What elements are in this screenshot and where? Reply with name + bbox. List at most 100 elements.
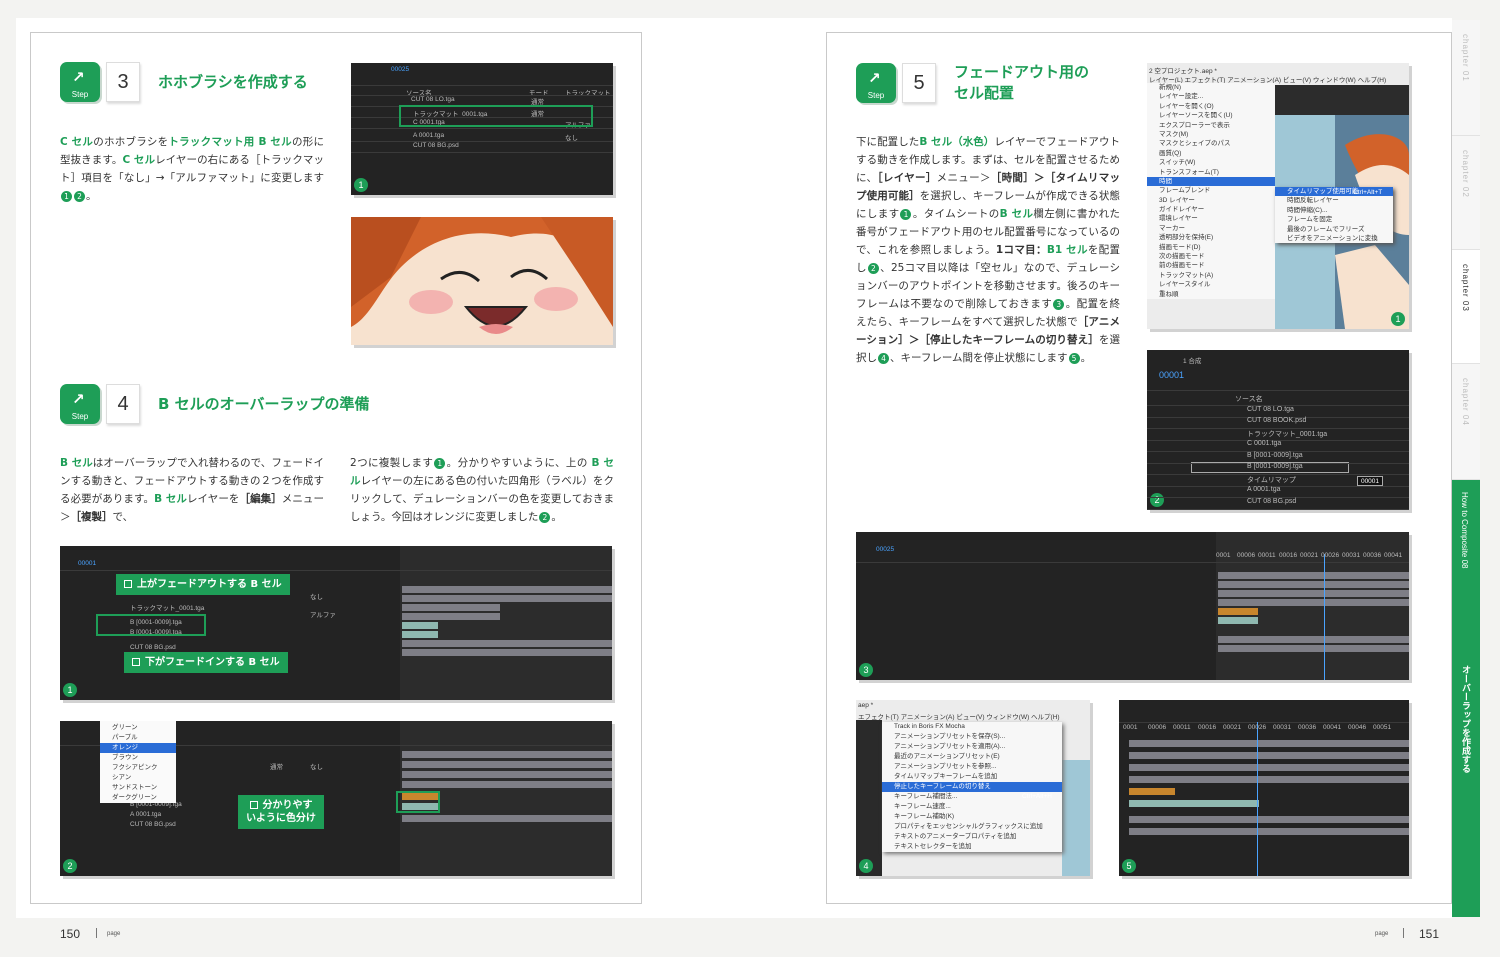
animation-menu[interactable]: Track in Boris FX Mocha アニメーションプリセットを保存(S…	[882, 722, 1062, 852]
menu-item[interactable]: レイヤーソースを開く(U)	[1147, 111, 1275, 120]
menu-item[interactable]: テキストのアニメータープロパティを追加	[882, 832, 1062, 842]
menu-item[interactable]: 新規(N)	[1147, 83, 1275, 92]
menu-item[interactable]: パープル	[100, 733, 176, 743]
text-run: 。	[551, 511, 562, 523]
step3-header: ↗ Step 3 ホホブラシを作成する	[60, 62, 308, 102]
anime-face-image	[351, 217, 613, 334]
text-run: ［複製］	[70, 511, 113, 523]
text-run: 下に配置した	[856, 136, 920, 148]
playhead[interactable]	[1257, 722, 1258, 876]
menu-item[interactable]: グリーン	[100, 723, 176, 733]
tick-label: 00006	[1148, 724, 1167, 731]
menu-item[interactable]: スイッチ(W)	[1147, 158, 1275, 167]
menu-item[interactable]: ビデオをアニメーションに変換	[1275, 234, 1393, 243]
menu-item[interactable]: レイヤー設定...	[1147, 92, 1275, 101]
menu-item[interactable]: アニメーションプリセットを保存(S)...	[882, 732, 1062, 742]
tick-label: 00031	[1342, 552, 1361, 559]
menu-item[interactable]: 停止したキーフレームの切り替え	[882, 782, 1062, 792]
tick-label: 00051	[1373, 724, 1392, 731]
menu-item[interactable]: フレームを固定	[1275, 215, 1393, 224]
menu-item[interactable]: トランスフォーム(T)	[1147, 168, 1275, 177]
layer-row[interactable]: CUT 08 LO.tga	[1247, 406, 1294, 413]
divider	[1403, 928, 1404, 938]
figure-ref-number: 2	[74, 190, 85, 202]
menu-item[interactable]: 次の描画モード	[1147, 252, 1275, 261]
text-run: 、キーフレーム間を停止状態にします	[890, 352, 1068, 364]
menu-item[interactable]: マーカー	[1147, 224, 1275, 233]
menu-item[interactable]: マスクとシェイプのパス	[1147, 139, 1275, 148]
layer-row[interactable]: タイムリマップ	[1247, 475, 1296, 485]
menu-item[interactable]: 最後のフレームでフリーズ	[1275, 225, 1393, 234]
menu-item[interactable]: オレンジ	[100, 743, 176, 753]
layer-row[interactable]: トラックマット_0001.tga	[1247, 429, 1327, 439]
text-run: タイムシートの	[923, 208, 1000, 220]
menu-item[interactable]: キーフレーム補助(K)	[882, 812, 1062, 822]
menu-item[interactable]: 前の描画モード	[1147, 261, 1275, 270]
figure-ref-number: 5	[1068, 352, 1080, 364]
layer-row[interactable]: B [0001-0009].tga	[1247, 452, 1303, 459]
layer-row[interactable]: A 0001.tga	[1247, 486, 1280, 493]
menu-item[interactable]: 時間伸縮(C)...	[1275, 206, 1393, 215]
layer-row[interactable]: CUT 08 BG.psd	[1247, 498, 1296, 505]
text-run: 2つに複製します	[350, 457, 434, 469]
text-run: 。	[86, 190, 97, 202]
menu-item[interactable]: 時間	[1147, 176, 1275, 187]
step3-body: C セルのホホブラシをトラックマット用 B セルの形に型抜きます。C セルレイヤ…	[60, 133, 324, 205]
menu-item[interactable]: フクシアピンク	[100, 763, 176, 773]
tick-label: 00006	[1237, 552, 1256, 559]
label-color-menu[interactable]: グリーン パープル オレンジ ブラウン フクシアピンク シアン サンドストーン ダークグリーン	[100, 721, 176, 803]
figure-ref-number: 1	[900, 208, 912, 220]
side-tab-chapter-02[interactable]: chapter 02	[1452, 136, 1480, 250]
step5-screenshot-hold-keyframes: 5 0001 00006 00011 00016 00021 00026 00031 0003…	[1119, 700, 1409, 876]
menu-item[interactable]: マスク(M)	[1147, 130, 1275, 139]
menu-item[interactable]: タイムリマップキーフレームを追加	[882, 772, 1062, 782]
text-run: C セル	[60, 136, 94, 148]
side-tab-chapter-03[interactable]: chapter 03	[1452, 250, 1480, 364]
menu-item[interactable]: 透明部分を保持(E)	[1147, 233, 1275, 242]
step-title: B セルのオーバーラップの準備	[158, 394, 370, 413]
side-tab-chapter-04[interactable]: chapter 04	[1452, 364, 1480, 480]
timeremap-value[interactable]: 00001	[1357, 476, 1383, 486]
menu-item[interactable]: トラックマット(A)	[1147, 271, 1275, 280]
side-tab-chapter-01[interactable]: chapter 01	[1452, 20, 1480, 136]
layer-row[interactable]: CUT 08 BOOK.psd	[1247, 417, 1306, 424]
step-title: ホホブラシを作成する	[158, 72, 308, 91]
figure-ref-number: 3	[1053, 298, 1065, 310]
playhead[interactable]	[1324, 554, 1325, 680]
menu-item[interactable]: 3D レイヤー	[1147, 196, 1275, 205]
menu-item[interactable]: プロパティをエッセンシャルグラフィックスに追加	[882, 822, 1062, 832]
menu-item[interactable]: ダークグリーン	[100, 793, 176, 803]
menu-item[interactable]: レイヤーを開く(O)	[1147, 102, 1275, 111]
step5-screenshot-timeremap: 1 合成 00001 00001 2 ソース名 CUT 08 LO.tga CUT …	[1147, 350, 1409, 510]
menu-item[interactable]: フレームブレンド	[1147, 186, 1275, 195]
menu-item[interactable]: 時間反転レイヤー	[1275, 196, 1393, 205]
menu-item[interactable]: エクスプローラーで表示	[1147, 121, 1275, 130]
menu-item[interactable]: サンドストーン	[100, 783, 176, 793]
menu-item[interactable]: ブラウン	[100, 753, 176, 763]
page-number-right: 151	[1419, 927, 1440, 941]
menu-item[interactable]: 最近のアニメーションプリセット(E)	[882, 752, 1062, 762]
layer-row[interactable]: C 0001.tga	[1247, 440, 1281, 447]
layer-row[interactable]: B [0001-0009].tga	[1247, 463, 1303, 470]
menu-item[interactable]: 画質(Q)	[1147, 149, 1275, 158]
menu-item[interactable]: 描画モード(D)	[1147, 243, 1275, 252]
menu-item[interactable]: 重ね順	[1147, 290, 1275, 299]
column-header: ソース名	[1235, 396, 1263, 403]
menu-item[interactable]: レイヤースタイル	[1147, 280, 1275, 289]
figure-ref-number: 4	[878, 352, 889, 364]
step-number: 4	[106, 384, 140, 424]
menu-item[interactable]: シアン	[100, 773, 176, 783]
text-run: 。	[1080, 352, 1092, 364]
menu-item[interactable]: テキストセレクターを追加	[882, 842, 1062, 852]
menu-item[interactable]: 環境レイヤー	[1147, 214, 1275, 223]
menu-item[interactable]: Track in Boris FX Mocha	[882, 722, 1062, 732]
layer-menu[interactable]: 新規(N) レイヤー設定... レイヤーを開く(O) レイヤーソースを開く(U) エクス…	[1147, 83, 1275, 299]
menu-item[interactable]: ガイドレイヤー	[1147, 205, 1275, 214]
menu-item[interactable]: アニメーションプリセットを参照...	[882, 762, 1062, 772]
menu-item[interactable]: キーフレーム速度...	[882, 802, 1062, 812]
tick-label: 00011	[1258, 552, 1276, 559]
step4-header: ↗ Step 4 B セルのオーバーラップの準備	[60, 384, 370, 424]
menu-item[interactable]: アニメーションプリセットを適用(A)...	[882, 742, 1062, 752]
step5-header: ↗ Step 5 フェードアウト用の セル配置	[856, 62, 1089, 104]
step5-screenshot-animation-menu: aep * エフェクト(T) アニメーション(A) ビュー(V) ウィンドウ(W…	[856, 700, 1090, 876]
